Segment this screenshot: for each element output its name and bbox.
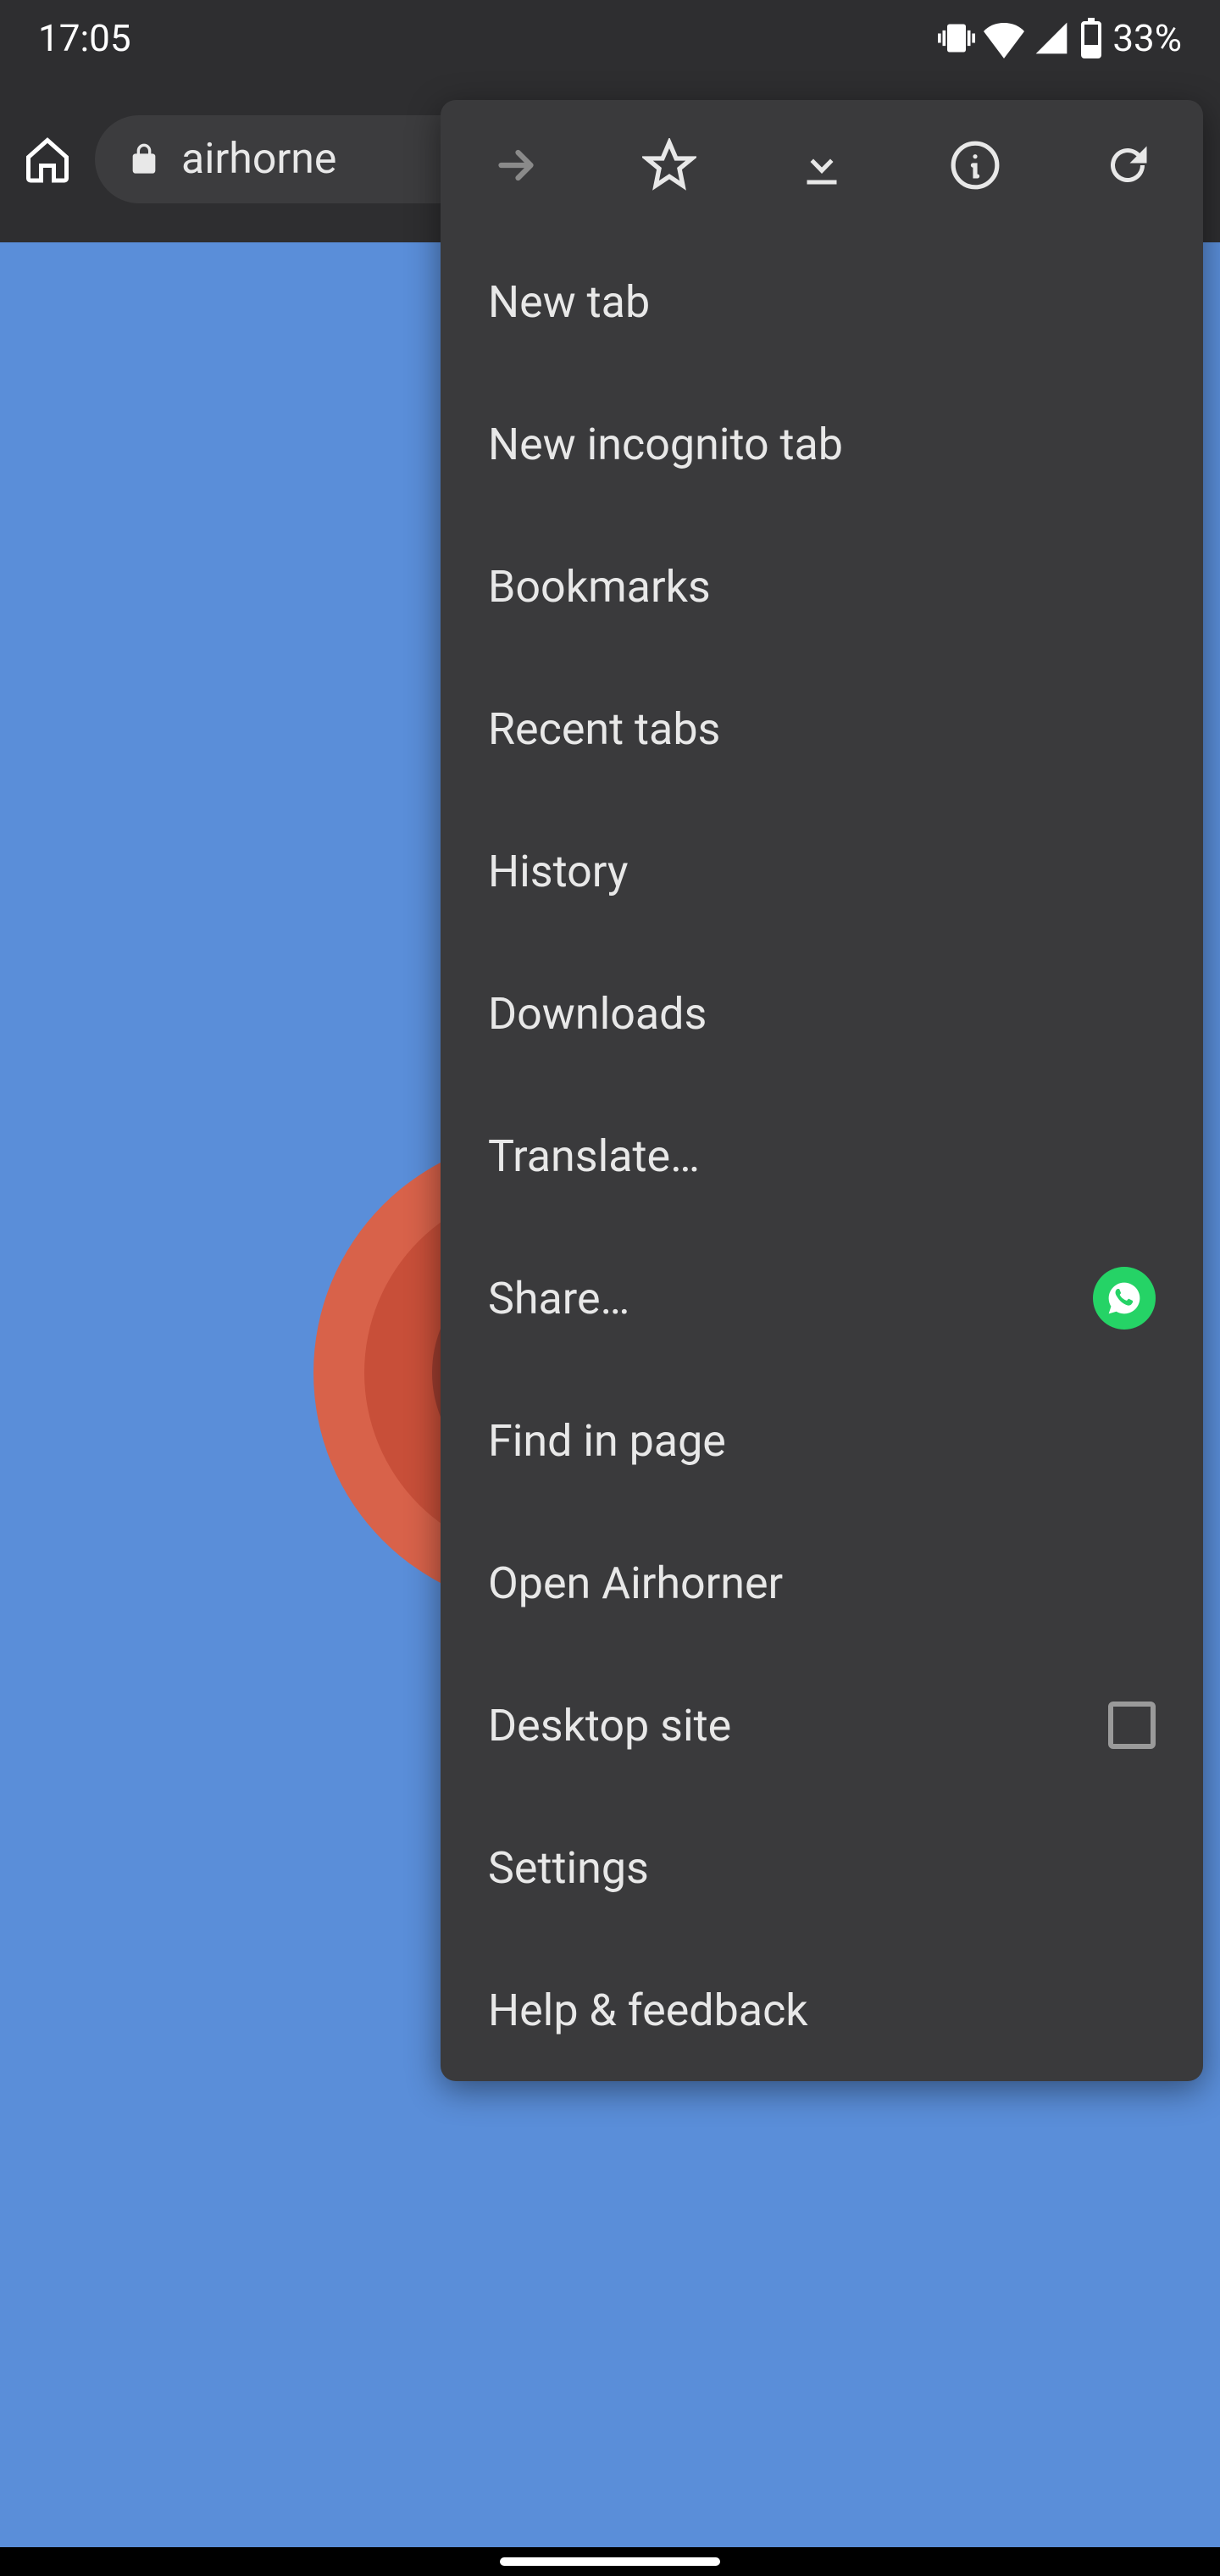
menu-label: Share…	[488, 1273, 629, 1324]
menu-recent-tabs[interactable]: Recent tabs	[441, 658, 1203, 800]
menu-bookmarks[interactable]: Bookmarks	[441, 515, 1203, 658]
menu-help-feedback[interactable]: Help & feedback	[441, 1939, 1203, 2081]
menu-translate[interactable]: Translate…	[441, 1085, 1203, 1227]
info-button[interactable]	[939, 129, 1012, 202]
battery-icon	[1079, 18, 1104, 58]
nav-pill[interactable]	[500, 2557, 720, 2566]
status-right: 33%	[938, 16, 1182, 60]
menu-label: Settings	[488, 1842, 649, 1894]
menu-label: Translate…	[488, 1130, 700, 1182]
status-time: 17:05	[38, 16, 131, 60]
menu-label: Desktop site	[488, 1700, 731, 1752]
menu-label: Open Airhorner	[488, 1557, 783, 1609]
menu-label: Bookmarks	[488, 561, 711, 613]
download-button[interactable]	[785, 129, 858, 202]
menu-label: Downloads	[488, 988, 707, 1040]
menu-share[interactable]: Share…	[441, 1227, 1203, 1369]
menu-history[interactable]: History	[441, 800, 1203, 942]
menu-find-in-page[interactable]: Find in page	[441, 1369, 1203, 1512]
wifi-icon	[984, 18, 1024, 58]
overflow-menu: New tab New incognito tab Bookmarks Rece…	[441, 100, 1203, 2081]
menu-open-airhorner[interactable]: Open Airhorner	[441, 1512, 1203, 1654]
lock-icon	[127, 142, 161, 176]
menu-settings[interactable]: Settings	[441, 1796, 1203, 1939]
menu-label: New tab	[488, 276, 650, 328]
vibrate-icon	[938, 19, 975, 57]
forward-button[interactable]	[480, 129, 552, 202]
menu-downloads[interactable]: Downloads	[441, 942, 1203, 1085]
reload-button[interactable]	[1091, 129, 1164, 202]
menu-label: History	[488, 846, 628, 897]
desktop-site-checkbox[interactable]	[1108, 1702, 1156, 1749]
menu-label: Recent tabs	[488, 703, 720, 755]
menu-new-incognito-tab[interactable]: New incognito tab	[441, 373, 1203, 515]
menu-desktop-site[interactable]: Desktop site	[441, 1654, 1203, 1796]
whatsapp-icon	[1093, 1267, 1156, 1330]
android-nav-bar	[0, 2547, 1220, 2576]
home-button[interactable]	[17, 129, 78, 190]
menu-new-tab[interactable]: New tab	[441, 230, 1203, 373]
url-text: airhorne	[181, 135, 336, 184]
status-bar: 17:05 33%	[0, 0, 1220, 76]
battery-percent: 33%	[1112, 16, 1182, 60]
menu-label: Help & feedback	[488, 1985, 808, 2036]
menu-label: Find in page	[488, 1415, 726, 1467]
menu-label: New incognito tab	[488, 419, 843, 470]
signal-icon	[1033, 19, 1070, 57]
bookmark-button[interactable]	[633, 129, 706, 202]
